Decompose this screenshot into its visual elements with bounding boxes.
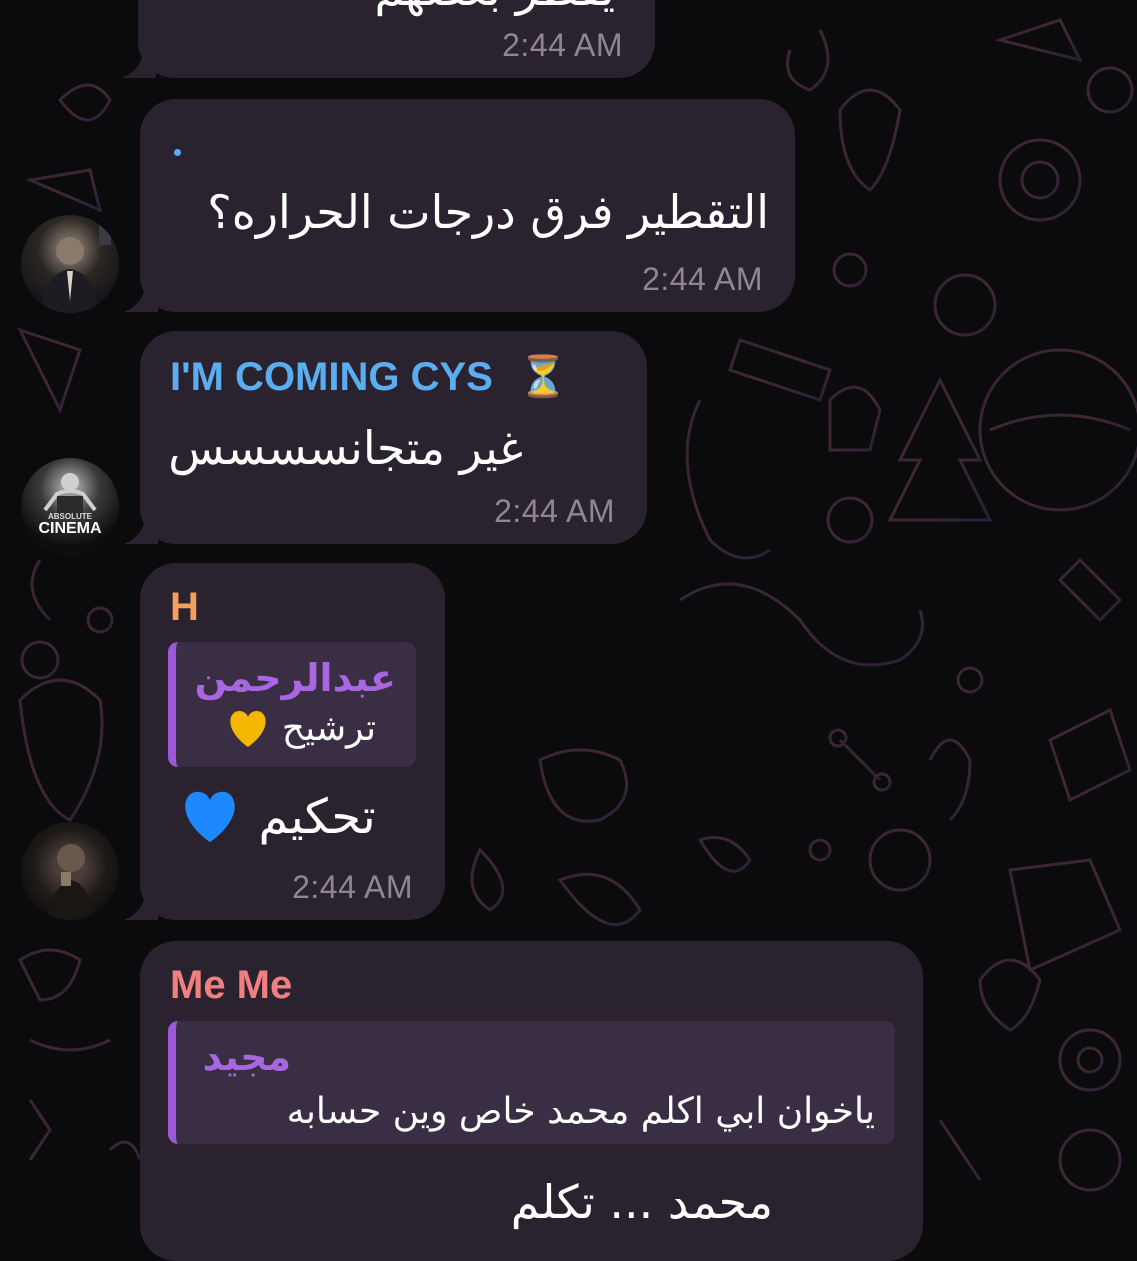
message-time: 2:44 AM [494,493,615,529]
link-dot [174,149,181,156]
avatar-label: CINEMA [38,520,102,537]
reply-text: ترشيح [281,708,376,749]
bubble-tail [122,48,156,78]
reply-author: مجيد [202,1035,291,1079]
sender-name-text: I'M COMING CYS [170,355,493,399]
reply-preview[interactable]: عبدالرحمن ترشيح [168,642,416,767]
sender-avatar[interactable] [21,215,119,313]
message-bubble[interactable]: التقطير فرق درجات الحراره؟ 2:44 AM [124,99,795,312]
message-text: غير متجانسسسس [168,421,523,475]
message-time: 2:44 AM [292,869,413,905]
person-in-suit-avatar [41,223,111,313]
sender-avatar[interactable]: ABSOLUTE CINEMA [21,458,119,556]
sender-name[interactable]: Me Me [170,963,292,1008]
message-bubble[interactable]: H عبدالرحمن ترشيح تحكيم 2:44 AM [124,563,445,920]
reply-content: ترشيح [227,708,376,749]
sender-name[interactable]: I'M COMING CYS ⏳ [170,353,568,400]
hourglass-icon: ⏳ [517,354,568,400]
message-text: التقطير فرق درجات الحراره؟ [207,185,769,239]
message-bubble[interactable]: I'M COMING CYS ⏳ غير متجانسسسس 2:44 AM [124,331,647,544]
blue-heart-icon [185,791,235,843]
sender-avatar[interactable] [21,822,119,920]
absolute-cinema-avatar [43,473,97,518]
bubble-tail [124,890,158,920]
bubble-tail [124,514,158,544]
message-text: محمد ... تكلم [510,1175,773,1229]
reply-author: عبدالرحمن [194,656,396,700]
person-photo-avatar [47,844,95,920]
message-bubble[interactable]: يقطر بعضهم 2:44 AM [122,0,655,78]
reply-text: ياخوان ابي اكلم محمد خاص وين حسابه [286,1091,875,1132]
message-text: يقطر بعضهم [374,0,615,16]
message-time: 2:44 AM [642,261,763,297]
sender-name[interactable]: H [170,585,199,630]
message-text: تحكيم [258,789,376,845]
bubble-tail [124,282,158,312]
reply-preview[interactable]: مجيد ياخوان ابي اكلم محمد خاص وين حسابه [168,1021,895,1144]
yellow-heart-icon [230,710,267,747]
message-bubble[interactable]: Me Me مجيد ياخوان ابي اكلم محمد خاص وين … [140,941,923,1261]
message-time: 2:44 AM [502,27,623,63]
message-content: تحكيم [180,789,376,845]
